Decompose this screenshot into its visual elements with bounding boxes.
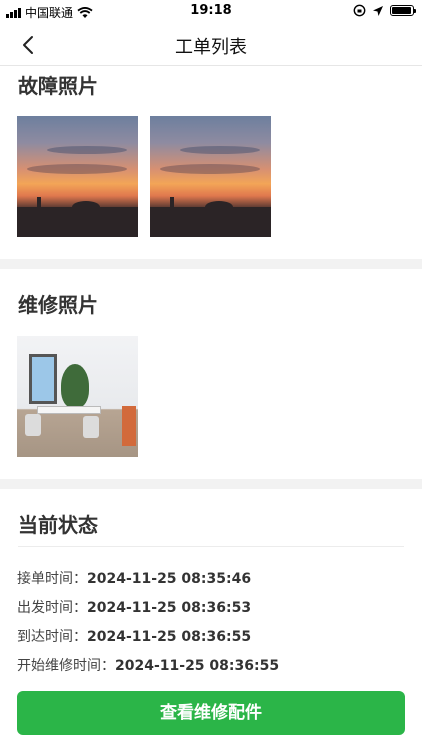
- current-status-section: 当前状态 接单时间：2024-11-25 08:35:46 出发时间：2024-…: [0, 489, 422, 676]
- nav-bar: 工单列表: [0, 22, 422, 66]
- accept-time-label: 接单时间：: [17, 571, 87, 587]
- depart-time-value: 2024-11-25 08:36:53: [87, 600, 252, 616]
- repair-photos-title: 维修照片: [18, 293, 98, 317]
- fault-photos-title: 故障照片: [18, 74, 98, 98]
- battery-icon: [390, 5, 416, 16]
- repair-photos-section: 维修照片: [0, 269, 422, 479]
- fault-photo-2[interactable]: [150, 116, 271, 237]
- orientation-lock-icon: [353, 4, 366, 17]
- repair-start-time-row: 开始维修时间：2024-11-25 08:36:55: [17, 655, 279, 675]
- arrive-time-row: 到达时间：2024-11-25 08:36:55: [17, 626, 251, 646]
- depart-time-row: 出发时间：2024-11-25 08:36:53: [17, 597, 251, 617]
- repair-start-time-label: 开始维修时间：: [17, 658, 115, 674]
- arrive-time-label: 到达时间：: [17, 629, 87, 645]
- fault-photos-section: 故障照片: [0, 66, 422, 259]
- repair-photo-1[interactable]: [17, 336, 138, 457]
- depart-time-label: 出发时间：: [17, 600, 87, 616]
- accept-time-value: 2024-11-25 08:35:46: [87, 571, 252, 587]
- page-title: 工单列表: [175, 37, 247, 58]
- view-repair-parts-button[interactable]: 查看维修配件: [17, 691, 405, 735]
- location-icon: [373, 5, 383, 16]
- fault-photo-1[interactable]: [17, 116, 138, 237]
- arrive-time-value: 2024-11-25 08:36:55: [87, 629, 252, 645]
- battery-fill: [392, 7, 411, 14]
- accept-time-row: 接单时间：2024-11-25 08:35:46: [17, 568, 251, 588]
- status-divider: [18, 546, 404, 547]
- scroll-content[interactable]: 故障照片 维修照片 当前状态 接单时间：2024-11-25 08:35:46 …: [0, 66, 422, 676]
- status-bar: 中国联通 19:18: [0, 0, 422, 22]
- current-status-title: 当前状态: [18, 513, 98, 537]
- repair-start-time-value: 2024-11-25 08:36:55: [115, 658, 280, 674]
- footer-bar: 查看维修配件: [0, 676, 422, 750]
- status-right: [353, 4, 416, 17]
